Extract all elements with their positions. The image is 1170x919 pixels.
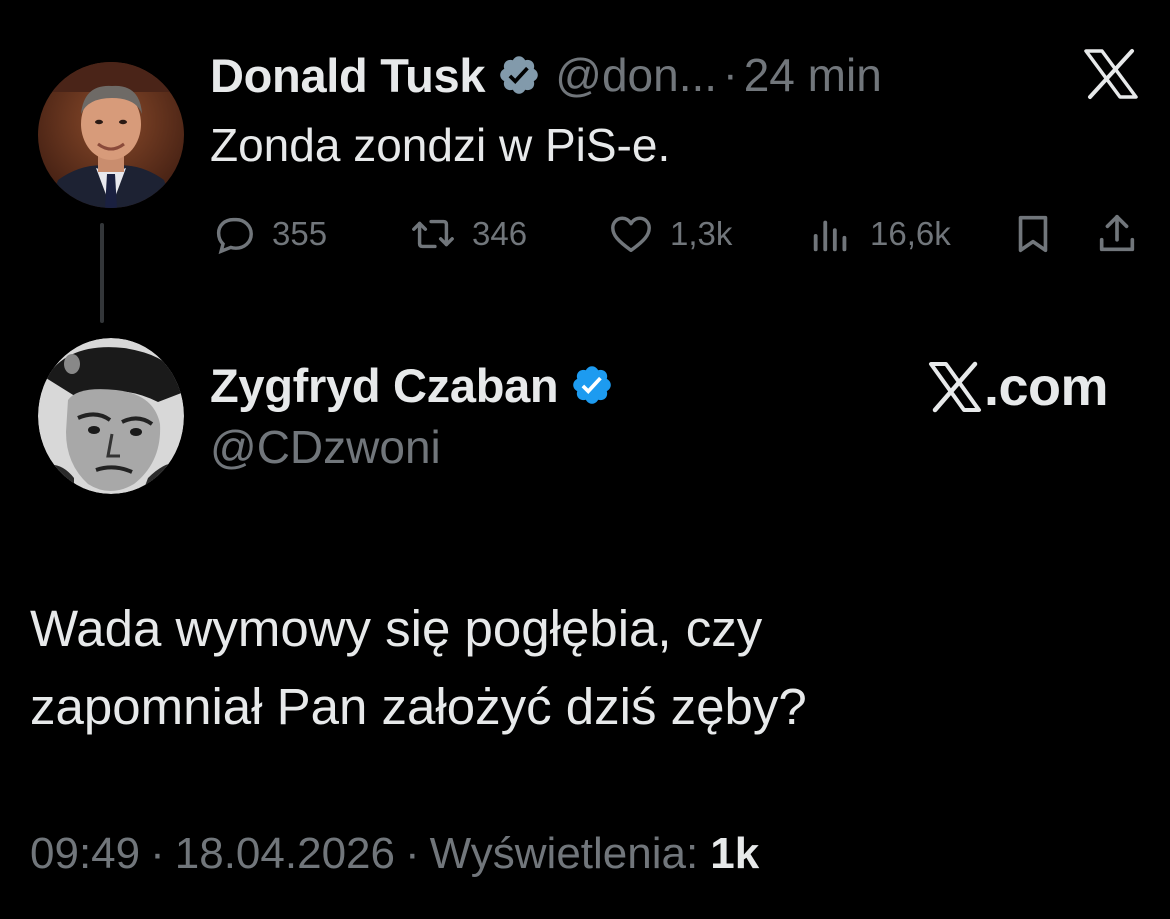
share-icon: [1094, 211, 1140, 257]
reply-date[interactable]: 18.04.2026: [175, 829, 395, 879]
bookmark-button[interactable]: [1010, 206, 1056, 262]
views-button[interactable]: 16,6k: [808, 206, 951, 262]
author-handle[interactable]: @don...: [555, 48, 717, 102]
reply-tweet-text: Wada wymowy się pogłębia, czy zapomniał …: [30, 590, 1130, 746]
avatar-donald-tusk[interactable]: [38, 62, 184, 208]
views-count[interactable]: 1k: [710, 829, 759, 879]
views-icon: [808, 211, 854, 257]
reply-meta: 09:49 · 18.04.2026 · Wyświetlenia: 1k: [30, 822, 759, 886]
reply-count: 355: [272, 215, 328, 252]
reply-text-line-2: zapomniał Pan założyć dziś zęby?: [30, 678, 807, 735]
like-icon: [608, 211, 654, 257]
verified-badge-icon: [497, 53, 541, 97]
dot-separator: ·: [404, 829, 420, 878]
dot-separator: ·: [150, 829, 165, 878]
reply-button[interactable]: 355: [210, 206, 327, 262]
reply-icon: [210, 211, 256, 257]
verified-badge-icon: [570, 363, 614, 407]
thread-connector-line: [100, 223, 104, 323]
views-count: 16,6k: [870, 215, 951, 252]
parent-tweet-header: Donald Tusk @don... · 24 min: [210, 42, 882, 108]
author-name[interactable]: Donald Tusk: [210, 48, 486, 103]
reply-time[interactable]: 09:49: [30, 829, 140, 879]
x-com-text: .com: [984, 357, 1109, 417]
x-logo-icon: [928, 361, 982, 413]
parent-tweet-actions: 355 346 1,3k 16,6k: [210, 206, 1150, 262]
dot-separator: ·: [723, 50, 738, 99]
share-button[interactable]: [1094, 206, 1140, 262]
tweet-time[interactable]: 24 min: [744, 48, 882, 102]
reply-author-name[interactable]: Zygfryd Czaban: [210, 358, 559, 413]
repost-count: 346: [472, 215, 528, 252]
avatar-zygfryd-czaban[interactable]: [38, 338, 184, 494]
reply-header: Zygfryd Czaban: [210, 352, 614, 418]
bookmark-icon: [1010, 211, 1056, 257]
x-logo-icon: [1082, 48, 1140, 100]
parent-tweet-text: Zonda zondzi w PiS-e.: [210, 119, 671, 171]
views-label: Wyświetlenia:: [429, 829, 699, 878]
like-count: 1,3k: [670, 215, 733, 252]
repost-icon: [410, 211, 456, 257]
x-com-watermark: .com: [928, 352, 1109, 422]
like-button[interactable]: 1,3k: [608, 206, 732, 262]
reply-text-line-1: Wada wymowy się pogłębia, czy: [30, 600, 763, 657]
reply-author-handle[interactable]: @CDzwoni: [210, 420, 441, 474]
repost-button[interactable]: 346: [410, 206, 527, 262]
